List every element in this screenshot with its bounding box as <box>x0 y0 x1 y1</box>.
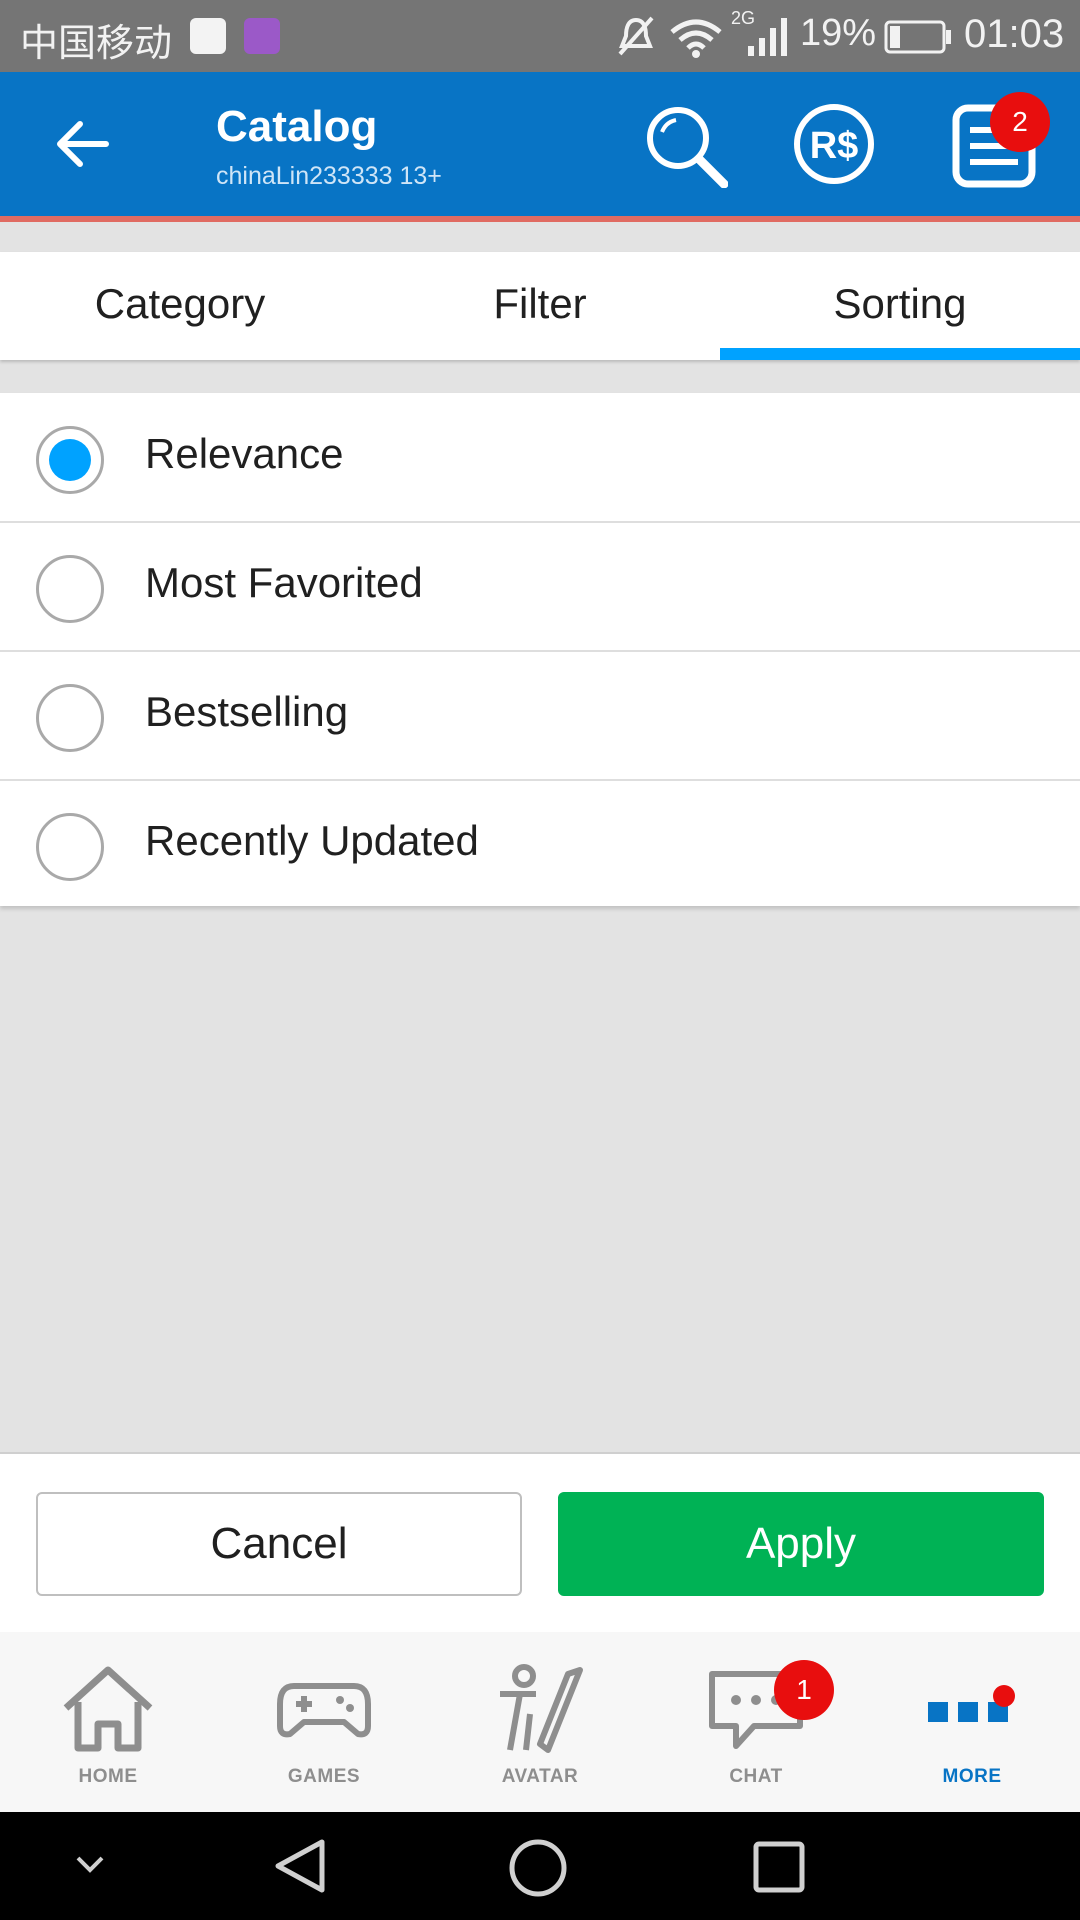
back-icon[interactable] <box>272 1838 328 1894</box>
avatar-icon <box>500 1664 583 1753</box>
signal-icon <box>748 18 787 56</box>
page-title: Catalog <box>216 102 378 151</box>
battery-percent: 19% <box>800 12 877 54</box>
wifi-icon <box>670 19 722 58</box>
nav-home[interactable]: HOME <box>0 1632 216 1812</box>
hide-keyboard-icon[interactable] <box>72 1852 108 1876</box>
nav-games[interactable]: GAMES <box>216 1632 432 1812</box>
tab-category[interactable]: Category <box>0 252 360 360</box>
filter-tabs: Category Filter Sorting <box>0 252 1080 360</box>
chat-badge: 1 <box>774 1660 834 1720</box>
nav-label: GAMES <box>287 1766 361 1787</box>
nav-chat[interactable]: 1 CHAT <box>648 1632 864 1812</box>
app-notification-icon <box>190 18 226 54</box>
tab-filter[interactable]: Filter <box>360 252 720 360</box>
sort-option-label: Relevance <box>145 430 344 477</box>
nav-label: MORE <box>942 1766 1002 1787</box>
username-subtitle: chinaLin233333 13+ <box>216 162 442 190</box>
search-icon[interactable] <box>644 104 728 188</box>
sort-option-label: Recently Updated <box>145 817 479 864</box>
robux-icon[interactable]: R$ <box>792 102 876 186</box>
sort-option-relevance[interactable]: Relevance <box>0 393 1080 523</box>
sort-option-most-favorited[interactable]: Most Favorited <box>0 522 1080 652</box>
sort-option-label: Bestselling <box>145 688 349 735</box>
clock: 01:03 <box>964 12 1065 56</box>
home-icon <box>63 1666 153 1752</box>
mute-icon <box>618 16 654 56</box>
recents-icon[interactable] <box>752 1840 806 1894</box>
notification-count-badge: 2 <box>990 92 1050 152</box>
nav-avatar[interactable]: AVATAR <box>432 1632 648 1812</box>
gamepad-icon <box>277 1683 371 1738</box>
active-tab-indicator <box>720 348 1080 360</box>
nav-more[interactable]: MORE <box>864 1632 1080 1812</box>
tab-sorting[interactable]: Sorting <box>720 252 1080 360</box>
system-navigation-bar <box>0 1812 1080 1920</box>
home-circle-icon[interactable] <box>508 1838 568 1898</box>
radio-button[interactable] <box>36 555 104 623</box>
sort-options-list: Relevance Most Favorited Bestselling Rec… <box>0 393 1080 906</box>
header-divider <box>0 216 1080 222</box>
gallery-notification-icon <box>244 18 280 54</box>
carrier-name: 中国移动 <box>20 23 173 65</box>
app-header: Catalog chinaLin233333 13+ R$ 2 <box>0 72 1080 216</box>
nav-label: AVATAR <box>501 1766 579 1787</box>
back-arrow-icon[interactable] <box>54 116 110 172</box>
radio-button[interactable] <box>36 813 104 881</box>
battery-icon <box>884 20 951 54</box>
radio-button[interactable] <box>36 684 104 752</box>
cancel-button[interactable]: Cancel <box>36 1492 522 1596</box>
radio-selected-dot <box>49 439 91 481</box>
bottom-navigation: HOME GAMES AVATAR 1 CHAT MORE <box>0 1632 1080 1812</box>
apply-button[interactable]: Apply <box>558 1492 1044 1596</box>
action-bar: Cancel Apply <box>0 1452 1080 1634</box>
sort-option-bestselling[interactable]: Bestselling <box>0 651 1080 781</box>
nav-label: HOME <box>78 1766 138 1787</box>
radio-button-selected[interactable] <box>36 426 104 494</box>
sort-option-recently-updated[interactable]: Recently Updated <box>0 780 1080 908</box>
svg-text:R$: R$ <box>810 125 859 167</box>
sort-option-label: Most Favorited <box>145 559 423 606</box>
status-bar: 中国移动 2G 19% 01:03 <box>0 0 1080 72</box>
more-icon <box>928 1685 1015 1722</box>
nav-label: CHAT <box>729 1766 783 1787</box>
